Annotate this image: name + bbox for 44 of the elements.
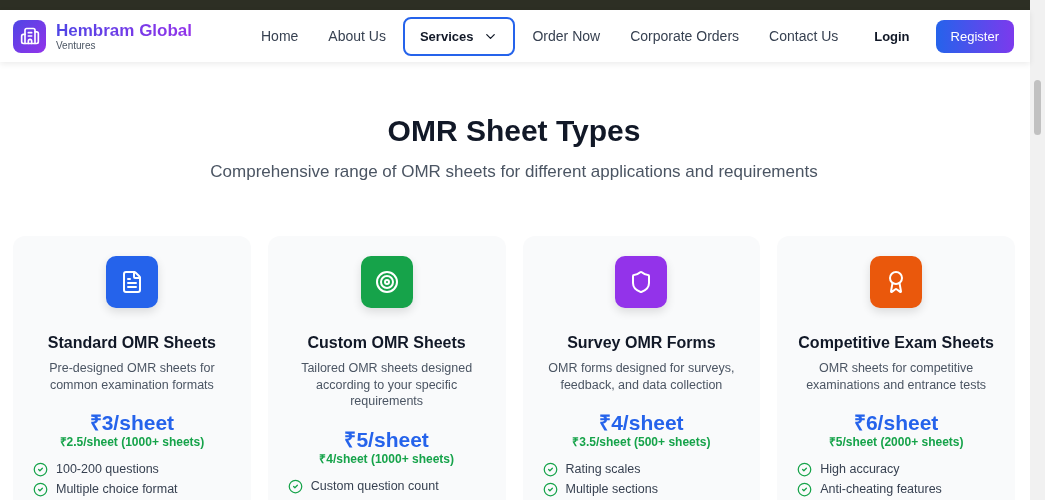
check-icon xyxy=(797,462,813,477)
nav-link[interactable]: Order Now xyxy=(519,16,614,56)
check-icon xyxy=(542,482,558,497)
price: ₹6/sheet xyxy=(853,411,939,435)
bulk-price: ₹3.5/sheet (500+ sheets) xyxy=(572,435,711,450)
brand-tagline: Ventures xyxy=(56,40,97,51)
card-title: Standard OMR Sheets xyxy=(47,334,216,352)
check-icon xyxy=(33,462,48,477)
section-title: OMR Sheet Types xyxy=(387,114,641,148)
feature-text: High accuracy xyxy=(820,462,900,477)
scrollbar[interactable] xyxy=(1030,0,1045,500)
price: ₹5/sheet xyxy=(344,427,429,452)
feature-text: Rating scales xyxy=(565,462,641,477)
card-description: Pre-designed OMR sheets for common examination formats xyxy=(48,360,216,393)
check-icon xyxy=(33,482,48,497)
bulk-price: ₹5/sheet (2000+ sheets) xyxy=(828,435,964,450)
feature-text: Anti-cheating features xyxy=(820,482,942,497)
price: ₹4/sheet xyxy=(599,411,684,435)
check-icon xyxy=(542,462,558,477)
card-description: OMR sheets for competitive examinations and entrance tests xyxy=(805,360,988,393)
login-link[interactable]: Login xyxy=(874,28,910,44)
register-button[interactable]: Register xyxy=(935,19,1014,53)
feature-text: 100-200 questions xyxy=(56,462,159,477)
check-icon xyxy=(287,478,303,494)
feature-text: Multiple choice format xyxy=(56,482,178,497)
card-title: Survey OMR Forms xyxy=(567,334,716,352)
nav-link[interactable]: Contact Us xyxy=(756,16,852,56)
card-title: Competitive Exam Sheets xyxy=(798,334,994,352)
feature-text: Multiple sections xyxy=(565,482,658,497)
check-icon xyxy=(797,482,813,497)
target-icon xyxy=(374,270,399,294)
card-description: Tailored OMR sheets designed according to your specific requirements xyxy=(300,360,474,410)
section-subtitle: Comprehensive range of OMR sheets for different applications and requirements xyxy=(210,162,818,182)
nav-link[interactable]: Corporate Orders xyxy=(617,16,753,56)
nav-link[interactable]: About Us xyxy=(315,16,399,56)
feature-text: Custom question count xyxy=(310,478,439,494)
nav-link[interactable]: Home xyxy=(248,16,312,56)
bulk-price: ₹4/sheet (1000+ sheets) xyxy=(319,451,454,467)
bulk-price: ₹2.5/sheet (1000+ sheets) xyxy=(59,435,205,450)
nav-link[interactable]: Services xyxy=(402,16,516,56)
logo-icon[interactable] xyxy=(13,19,46,53)
card-title: Custom OMR Sheets xyxy=(307,334,466,352)
price: ₹3/sheet xyxy=(89,411,175,435)
card-description: OMR forms designed for surveys, feedback, and data collection xyxy=(547,360,736,393)
